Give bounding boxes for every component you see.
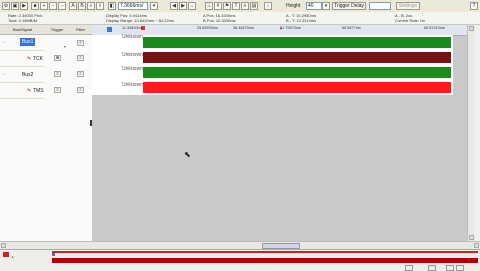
filter-button[interactable]: ≡ — [77, 87, 84, 93]
filter-button[interactable]: ≡ — [77, 71, 84, 77]
device-icon[interactable]: ▣ — [11, 2, 19, 10]
signal-name[interactable]: Bus2 — [22, 72, 33, 78]
expand-icon[interactable]: − — [2, 72, 5, 78]
tick-label: 25.84530ms — [197, 26, 218, 30]
start-icon[interactable]: ▶ — [20, 2, 28, 10]
scroll-left-icon[interactable] — [1, 243, 6, 248]
lock-icon[interactable]: ▤ — [250, 2, 258, 10]
settings-icon[interactable]: ⚙ — [2, 2, 10, 10]
trace-label: Unknown — [122, 34, 143, 40]
next-icon[interactable]: ▶ — [179, 2, 187, 10]
overview-cursor-a[interactable] — [52, 253, 55, 256]
mouse-cursor-icon: ⬉ — [184, 150, 191, 159]
height-field[interactable]: 40 — [306, 2, 322, 10]
trace-label: Unknown — [122, 52, 143, 58]
filter-button[interactable]: ≡ — [77, 40, 84, 46]
scroll-right-icon[interactable] — [474, 243, 479, 248]
waveform-trace[interactable] — [143, 82, 451, 93]
waveform-trace[interactable] — [143, 52, 451, 63]
overview-arrow-icon[interactable]: ▸ — [12, 254, 14, 259]
height-icon[interactable]: ↕ — [264, 2, 272, 10]
cursor-a-marker[interactable] — [107, 27, 112, 32]
current-rate: Current Rate: Hz — [395, 18, 426, 23]
waveform-trace[interactable] — [143, 67, 451, 78]
col-trigger: Trigger — [45, 25, 69, 35]
height-label: Height — [286, 3, 301, 9]
zoom-dropdown-icon[interactable]: ▾ — [150, 2, 158, 10]
zoom-select-icon[interactable]: ◧ — [108, 2, 116, 10]
ruler-icon[interactable]: ⊥ — [205, 2, 213, 10]
cursor-b-icon[interactable]: B — [78, 2, 86, 10]
edit-icon[interactable]: ✎ — [27, 88, 31, 94]
overview-ctrl-icon[interactable] — [446, 265, 454, 271]
filter-button[interactable]: ≡ — [77, 55, 84, 61]
tick-label: 51.75670ms — [280, 26, 301, 30]
help-icon[interactable]: ? — [470, 2, 478, 10]
filter-panel: Filter ≡ ≡ ≡ ≡ — [69, 25, 93, 241]
trace-label: Unknown — [122, 82, 143, 88]
edit-icon[interactable]: ✎ — [27, 56, 31, 62]
zoom-out-icon[interactable]: − — [49, 2, 57, 10]
tick-label: 80.87410ms — [424, 26, 445, 30]
overview-ctrl-icon[interactable] — [428, 265, 436, 271]
prev-icon[interactable]: ◀ — [170, 2, 178, 10]
overview-marker-icon — [3, 252, 9, 257]
cursor-a-icon[interactable]: A — [69, 2, 77, 10]
vertical-scrollbar[interactable] — [467, 25, 475, 241]
waveform-trace[interactable] — [143, 37, 451, 48]
bus-icon[interactable]: ≡ — [241, 2, 249, 10]
zoom-value-field[interactable]: 7.3666ms/ — [118, 2, 148, 10]
signal-name[interactable]: TCK — [33, 56, 43, 62]
overview-ctrl-icon[interactable] — [405, 265, 413, 271]
trigger-edge-button[interactable]: ✖ — [54, 55, 61, 61]
tick-label: 38.46470ms — [233, 26, 254, 30]
trigger-delay-field[interactable] — [369, 2, 391, 10]
search-icon[interactable]: ⌕ — [87, 2, 95, 10]
measure-icon[interactable]: ↔ — [188, 2, 196, 10]
display-range: Display Range: 10.8420ms ~ 84.22ms — [106, 18, 174, 23]
text-icon[interactable]: T — [232, 2, 240, 10]
overview-top-bar — [52, 251, 478, 253]
height-dropdown-icon[interactable]: ▾ — [322, 2, 330, 10]
b-pos: B Pos: 10.3330ms — [203, 18, 236, 23]
trigger-delay-button[interactable]: Trigger Delay — [332, 2, 366, 10]
marker-icon[interactable]: ⚑ — [223, 2, 231, 10]
waveform-area[interactable]: ▼ 11.34820ms 25.84530ms 38.46470ms 51.75… — [92, 25, 475, 241]
settings-button[interactable]: Settings — [396, 2, 420, 10]
tick-label: 66.5677ms — [342, 26, 361, 30]
fit-icon[interactable]: ⇔ — [58, 2, 66, 10]
status-info: Rate: 2.34000 Ph/s Total: 0.18MB/M Displ… — [0, 12, 480, 25]
col-bus-signal: Bus/Signal — [0, 25, 45, 35]
trigger-panel: Trigger ▾ ✖ ≡ ≡ — [45, 25, 70, 241]
signal-name[interactable]: Bus1 — [20, 38, 36, 46]
stop-icon[interactable]: ■ — [31, 2, 39, 10]
total-size: Total: 0.18MB/M — [8, 18, 37, 23]
export-icon[interactable]: ⇪ — [96, 2, 104, 10]
trigger-button[interactable]: ≡ — [54, 71, 61, 77]
overview-panel[interactable]: ▸ — [0, 249, 480, 271]
signal-name[interactable]: TMS — [33, 88, 44, 94]
signal-row[interactable]: − Bus2 — [0, 67, 45, 83]
tick-label: 11.34820ms — [122, 26, 143, 30]
grid-icon[interactable]: # — [214, 2, 222, 10]
signal-row[interactable]: − Bus1 — [0, 35, 45, 51]
trigger-button[interactable]: ≡ — [54, 87, 61, 93]
col-filter: Filter — [69, 25, 92, 35]
overview-ctrl-icon[interactable] — [456, 265, 464, 271]
signal-row[interactable]: ✎ TMS — [0, 83, 45, 99]
signal-row[interactable]: ✎ TCK — [0, 51, 45, 67]
expand-icon[interactable]: − — [2, 40, 5, 46]
horizontal-scrollbar[interactable] — [0, 241, 480, 249]
scroll-down-icon[interactable] — [469, 235, 474, 240]
scroll-up-icon[interactable] — [469, 26, 474, 31]
b-t: B - T: 10.3310ms — [286, 18, 317, 23]
traces[interactable]: Unknown Unknown Unknown Unknown — [92, 34, 453, 95]
signal-panel: Bus/Signal − Bus1 ✎ TCK − Bus2 ✎ TMS — [0, 25, 46, 241]
trace-label: Unknown — [122, 66, 143, 72]
zoom-in-icon[interactable]: + — [40, 2, 48, 10]
overview-data-bar[interactable] — [52, 258, 478, 263]
dropdown-icon[interactable]: ▾ — [64, 44, 66, 49]
